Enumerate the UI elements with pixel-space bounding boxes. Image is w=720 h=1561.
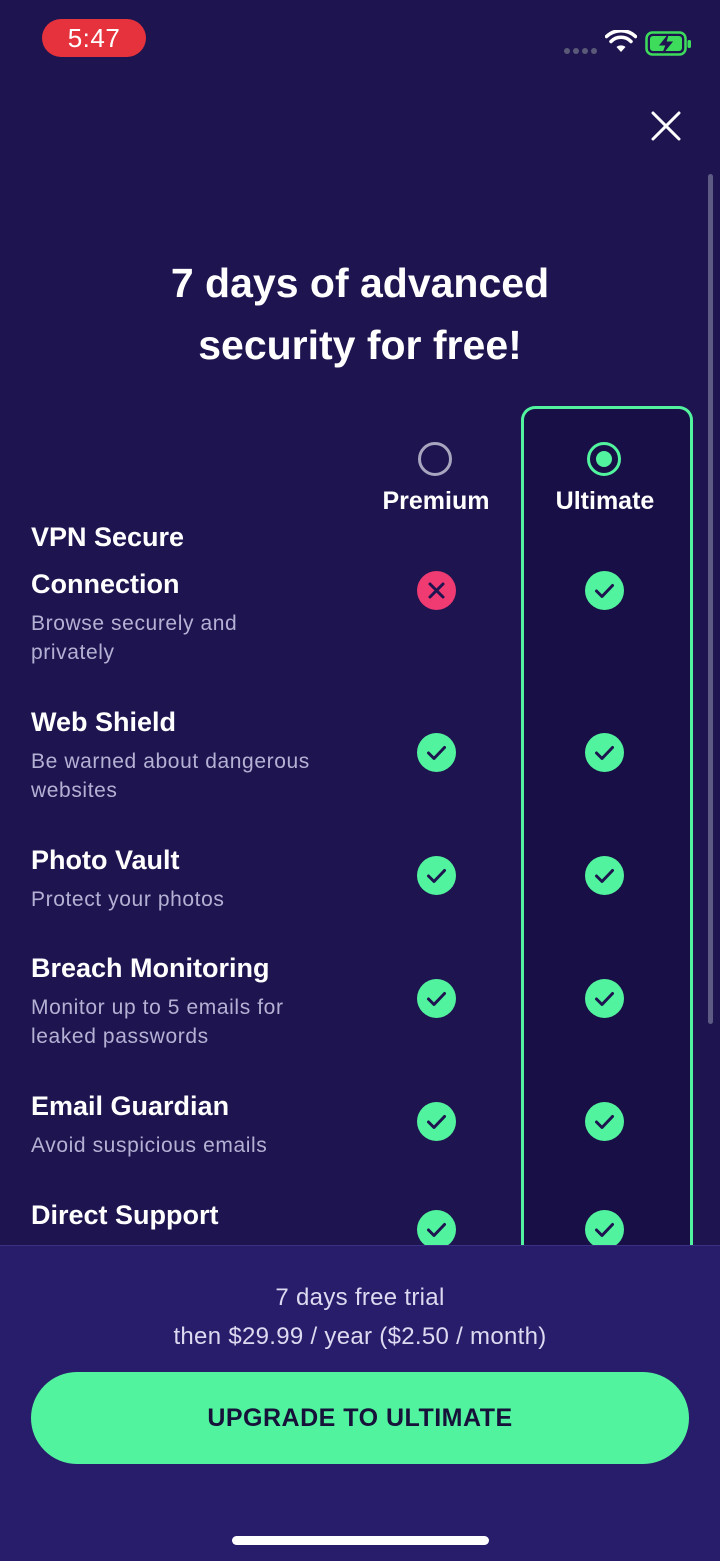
check-icon: [417, 1102, 456, 1141]
ultimate-plan-radio[interactable]: [587, 442, 621, 476]
feature-desc-web-shield: Be warned about dangerous websites: [31, 747, 351, 805]
feature-title-photo-vault: Photo Vault: [31, 845, 180, 875]
feature-desc-breach-monitoring: Monitor up to 5 emails for leaked passwo…: [31, 993, 351, 1051]
upgrade-button[interactable]: UPGRADE TO ULTIMATE: [31, 1372, 689, 1464]
battery-charging-icon: [645, 31, 691, 56]
pricing-footer: 7 days free trial then $29.99 / year ($2…: [0, 1245, 720, 1561]
cellular-signal-icon: [564, 48, 598, 54]
feature-title-web-shield: Web Shield: [31, 707, 177, 737]
feature-desc-vpn-line-2: privately: [31, 641, 115, 664]
close-icon[interactable]: [648, 108, 684, 144]
title-line-2: security for free!: [198, 322, 522, 368]
feature-title-vpn: VPN Secure Connection: [31, 514, 184, 608]
check-icon: [585, 1102, 624, 1141]
feature-desc-vpn-line-1: Browse securely and: [31, 612, 238, 635]
feature-desc-web-shield-line-2: websites: [31, 779, 118, 802]
feature-title-vpn-line-2: Connection: [31, 569, 180, 599]
feature-title-breach-monitoring: Breach Monitoring: [31, 953, 270, 983]
feature-desc-breach-line-2: leaked passwords: [31, 1025, 209, 1048]
title-line-1: 7 days of advanced: [170, 260, 550, 306]
ultimate-plan-label[interactable]: Ultimate: [520, 487, 690, 516]
check-icon: [585, 571, 624, 610]
feature-desc-breach-line-1: Monitor up to 5 emails for: [31, 996, 284, 1019]
wifi-icon: [605, 30, 637, 52]
feature-desc-email-guardian: Avoid suspicious emails: [31, 1134, 268, 1157]
check-icon: [417, 1210, 456, 1249]
feature-desc-web-shield-line-1: Be warned about dangerous: [31, 750, 310, 773]
trial-duration-text: 7 days free trial: [275, 1284, 445, 1311]
check-icon: [585, 856, 624, 895]
check-icon: [417, 856, 456, 895]
check-icon: [417, 733, 456, 772]
radio-selected-dot: [596, 451, 612, 467]
home-indicator[interactable]: [232, 1536, 489, 1545]
feature-title-direct-support: Direct Support: [31, 1200, 219, 1230]
premium-plan-label[interactable]: Premium: [351, 487, 521, 516]
page-title: 7 days of advanced security for free!: [100, 252, 620, 376]
feature-desc-vpn: Browse securely and privately: [31, 609, 351, 667]
check-icon: [585, 979, 624, 1018]
status-bar: 5:47: [0, 0, 720, 80]
x-icon: [417, 571, 456, 610]
check-icon: [585, 1210, 624, 1249]
scroll-indicator[interactable]: [708, 174, 713, 1024]
premium-plan-radio[interactable]: [418, 442, 452, 476]
feature-title-vpn-line-1: VPN Secure: [31, 522, 185, 552]
feature-desc-photo-vault: Protect your photos: [31, 888, 225, 911]
trial-price-text: then $29.99 / year ($2.50 / month): [173, 1323, 547, 1350]
feature-title-email-guardian: Email Guardian: [31, 1091, 230, 1121]
check-icon: [417, 979, 456, 1018]
check-icon: [585, 733, 624, 772]
status-time: 5:47: [42, 19, 146, 57]
